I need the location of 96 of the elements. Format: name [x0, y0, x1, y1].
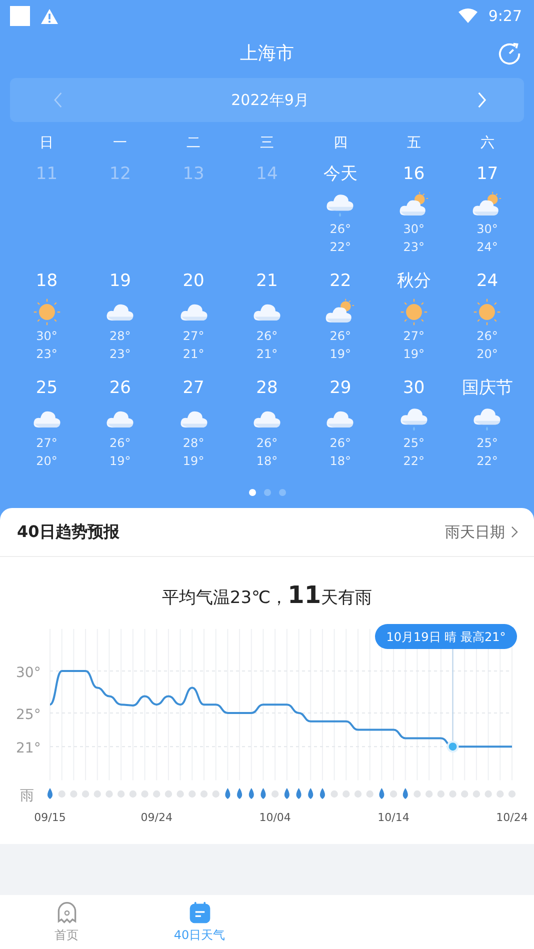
weekday-label: 六: [480, 134, 494, 153]
weekday-label: 二: [186, 134, 201, 153]
day-label[interactable]: 今天: [323, 162, 358, 186]
day-label[interactable]: 28: [256, 376, 278, 400]
nav-tab[interactable]: 首页: [0, 895, 133, 949]
day-label[interactable]: 21: [256, 269, 278, 293]
sun-icon: [32, 297, 62, 327]
weekday-label: 四: [333, 134, 348, 153]
axis-label: 25°: [16, 707, 41, 723]
low-temperature: 19°: [109, 453, 131, 470]
chevron-right-icon[interactable]: [511, 526, 518, 538]
day-label[interactable]: 25: [36, 376, 58, 400]
rain-dates-link[interactable]: 雨天日期: [445, 522, 505, 542]
high-temperature: 26°: [330, 435, 352, 452]
notification-square-icon: [10, 6, 30, 26]
page-indicator-dot[interactable]: [278, 489, 286, 496]
high-temperature: 30°: [36, 328, 58, 345]
section-title: 40日趋势预报: [17, 522, 120, 542]
day-label[interactable]: 秋分: [396, 269, 431, 293]
high-temperature: 28°: [182, 435, 204, 452]
city-title: 上海市: [240, 42, 294, 65]
axis-label: 10/14: [378, 811, 410, 824]
previous-month-icon[interactable]: [54, 92, 63, 108]
high-temperature: 27°: [403, 328, 424, 345]
month-label: 2022年9月: [231, 90, 309, 110]
day-label[interactable]: 16: [403, 162, 425, 186]
low-temperature: 22°: [403, 453, 424, 470]
nav-tab[interactable]: 40日天气: [133, 895, 266, 949]
low-temperature: 18°: [330, 453, 352, 470]
day-label[interactable]: 13: [182, 162, 204, 186]
day-label[interactable]: 14: [256, 162, 278, 186]
high-temperature: 26°: [476, 328, 498, 345]
high-temperature: 26°: [256, 328, 278, 345]
low-temperature: 24°: [476, 239, 498, 256]
low-temperature: 19°: [403, 346, 424, 363]
high-temperature: 26°: [330, 328, 352, 345]
axis-label: 10/04: [259, 811, 291, 824]
warning-icon: [40, 8, 59, 24]
axis-label: 09/15: [34, 811, 66, 824]
day-label[interactable]: 30: [403, 376, 425, 400]
day-label[interactable]: 12: [109, 162, 131, 186]
day-label[interactable]: 11: [36, 162, 58, 186]
high-temperature: 25°: [403, 435, 424, 452]
low-temperature: 20°: [36, 453, 58, 470]
day-label[interactable]: 22: [330, 269, 352, 293]
sun-icon: [398, 297, 429, 327]
high-temperature: 28°: [109, 328, 131, 345]
day-label[interactable]: 18: [36, 269, 58, 293]
annotation: 10月19日 晴 最高21°: [386, 630, 506, 644]
axis-label: 10/24: [496, 811, 528, 824]
high-temperature: 27°: [36, 435, 58, 452]
trend-summary: 平均气温23℃，11天有雨: [160, 581, 374, 611]
weekday-label: 五: [406, 134, 421, 153]
low-temperature: 23°: [109, 346, 131, 363]
wifi-icon: [458, 8, 478, 24]
tooltip: 10月19日 晴 最高21°: [375, 624, 517, 649]
high-temperature: 26°: [256, 435, 278, 452]
next-month-icon[interactable]: [477, 92, 486, 108]
axis-label: 09/24: [140, 811, 172, 824]
low-temperature: 21°: [256, 346, 278, 363]
low-temperature: 23°: [36, 346, 58, 363]
day-label[interactable]: 19: [109, 269, 131, 293]
selected-point[interactable]: [446, 740, 459, 753]
weekday-label: 三: [260, 134, 274, 153]
axis-label: 30°: [16, 665, 41, 681]
day-label[interactable]: 29: [330, 376, 352, 400]
weekday-label: 日: [40, 134, 54, 153]
high-temperature: 26°: [109, 435, 131, 452]
day-label[interactable]: 17: [476, 162, 498, 186]
day-label[interactable]: 27: [182, 376, 204, 400]
low-temperature: 18°: [256, 453, 278, 470]
low-temperature: 20°: [476, 346, 498, 363]
day-label[interactable]: 24: [476, 269, 498, 293]
day-label[interactable]: 国庆节: [462, 376, 513, 400]
low-temperature: 22°: [476, 453, 498, 470]
high-temperature: 26°: [330, 221, 352, 238]
low-temperature: 22°: [330, 239, 352, 256]
high-temperature: 30°: [476, 221, 498, 238]
low-temperature: 21°: [182, 346, 204, 363]
low-temperature: 23°: [403, 239, 424, 256]
low-temperature: 19°: [330, 346, 352, 363]
day-label[interactable]: 26: [109, 376, 131, 400]
axis-label: 21°: [16, 740, 41, 757]
day-label[interactable]: 20: [182, 269, 204, 293]
weekday-label: 一: [113, 134, 128, 153]
calendar-icon: [188, 900, 212, 924]
rain-label: 雨: [20, 788, 34, 804]
status-time: 9:27: [488, 7, 522, 25]
high-temperature: 27°: [182, 328, 204, 345]
low-temperature: 19°: [182, 453, 204, 470]
high-temperature: 30°: [403, 221, 424, 238]
page-indicator-dot[interactable]: [264, 489, 270, 496]
refresh-icon[interactable]: [497, 41, 522, 66]
sun-icon: [472, 297, 502, 327]
high-temperature: 25°: [476, 435, 498, 452]
page-indicator-dot[interactable]: [248, 489, 256, 496]
